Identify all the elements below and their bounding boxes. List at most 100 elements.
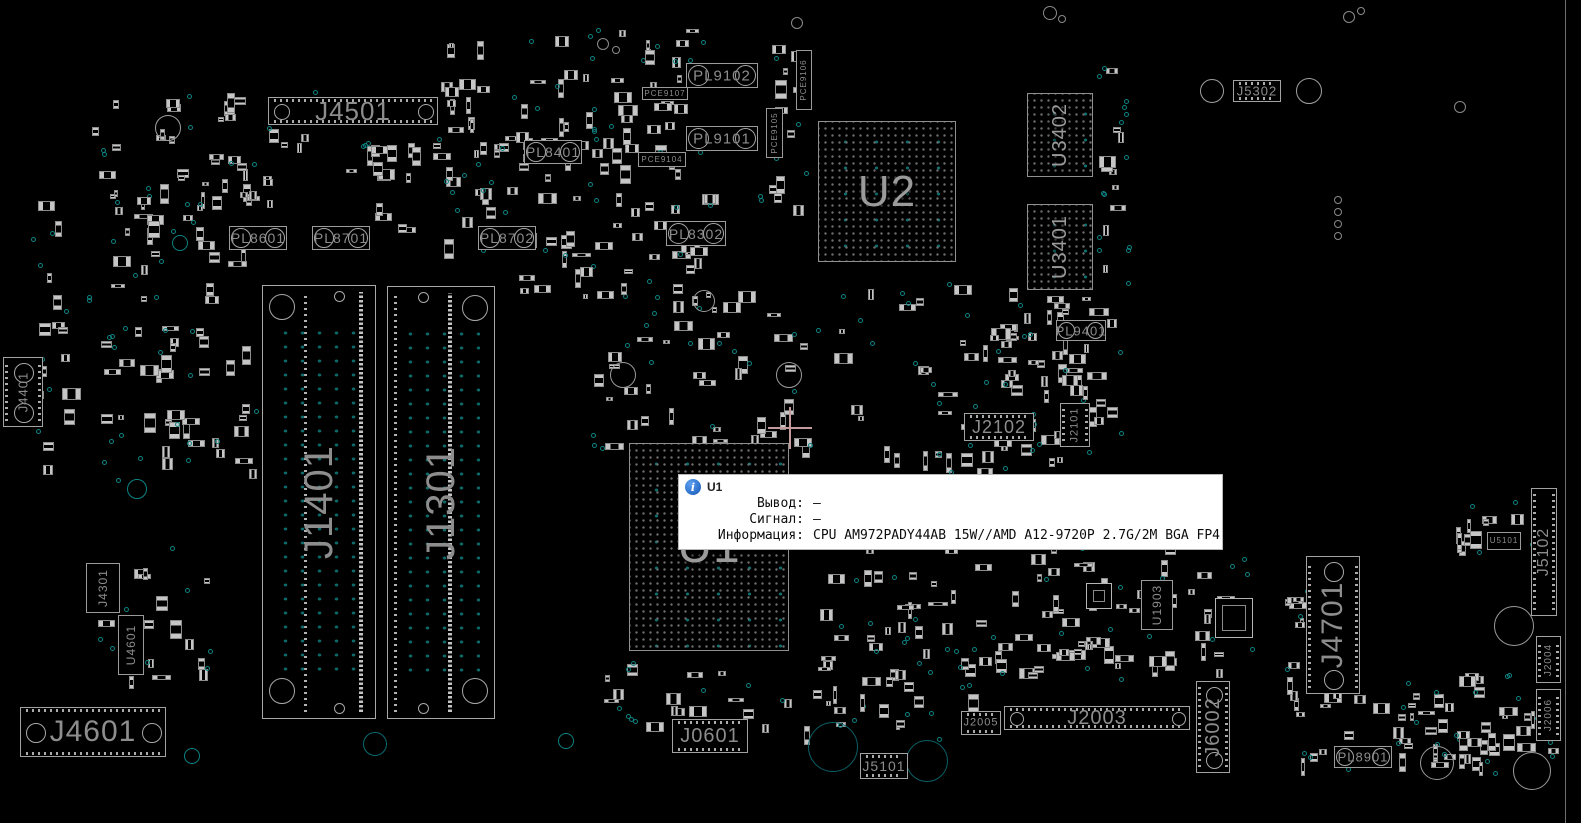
component-footprint	[775, 80, 787, 99]
component-footprint	[1354, 695, 1366, 704]
component-pce9107[interactable]: PCE9107	[642, 87, 688, 100]
component-footprint	[982, 451, 994, 463]
component-j4501[interactable]: J4501	[268, 97, 438, 125]
component-j0601[interactable]: J0601	[672, 719, 748, 753]
component-footprint	[851, 405, 863, 415]
via	[906, 301, 911, 306]
component-j2005[interactable]: J2005	[961, 711, 1001, 735]
component-footprint	[616, 193, 622, 207]
component-footprint	[738, 291, 756, 303]
component-j1301[interactable]: J1301	[387, 286, 495, 719]
via	[874, 649, 879, 654]
mounting-hole	[1334, 220, 1342, 228]
component-u4601[interactable]: U4601	[118, 615, 144, 675]
component-footprint	[1467, 738, 1482, 747]
via	[1513, 500, 1518, 505]
via	[1119, 120, 1124, 125]
component-footprint	[1070, 385, 1083, 396]
component-footprint	[151, 251, 160, 257]
component-j5102[interactable]: J5102	[1531, 488, 1557, 616]
component-footprint	[387, 145, 397, 162]
via	[649, 360, 654, 365]
component-footprint	[839, 329, 845, 334]
component-footprint	[583, 294, 588, 299]
component-pl8601[interactable]: PL8601	[229, 226, 287, 250]
component-u1903[interactable]: U1903	[1141, 580, 1173, 630]
component-footprint	[1037, 644, 1051, 652]
via	[647, 279, 652, 284]
component-footprint	[1074, 649, 1082, 655]
via	[1018, 303, 1023, 308]
component-footprint	[470, 119, 474, 133]
component-j4701[interactable]: J4701	[1306, 556, 1360, 694]
component-footprint	[301, 134, 309, 142]
component-j5101[interactable]: J5101	[860, 753, 908, 779]
component-pce9106[interactable]: PCE9106	[796, 50, 812, 110]
component-j4301[interactable]: J4301	[86, 563, 120, 613]
via	[1124, 99, 1129, 104]
component-pl9101[interactable]: PL9101	[686, 126, 758, 151]
component-footprint	[693, 372, 706, 379]
component-footprint	[1062, 309, 1069, 315]
component-label: J4701	[1318, 582, 1348, 669]
via	[111, 239, 116, 244]
component-j2101[interactable]: J2101	[1060, 403, 1090, 447]
component-footprint	[267, 200, 273, 208]
via	[913, 617, 918, 622]
via	[1102, 66, 1107, 71]
component-j4401[interactable]: J4401	[3, 357, 43, 427]
component-pl8702[interactable]: PL8702	[478, 226, 536, 250]
component-footprint	[647, 125, 661, 134]
component-footprint	[39, 323, 51, 336]
pin-row	[38, 363, 41, 421]
component-footprint	[1096, 399, 1106, 407]
component-footprint	[833, 686, 837, 704]
component-j2003[interactable]: J2003	[1004, 706, 1190, 730]
component-u3402[interactable]: U3402	[1027, 93, 1093, 177]
component-footprint	[459, 79, 476, 90]
boardview-canvas[interactable]: J4501 PL9102 PL9101 PL8401 PL8601 PL8701 PL870…	[0, 0, 1581, 823]
component-footprint	[226, 360, 235, 376]
component-u3401[interactable]: U3401	[1027, 204, 1093, 290]
via	[1063, 368, 1068, 373]
mounting-hole	[1334, 232, 1342, 240]
component-j1401[interactable]: J1401	[262, 285, 376, 719]
component-footprint	[205, 296, 219, 304]
component-pce9104[interactable]: PCE9104	[638, 152, 686, 167]
component-j2102[interactable]: J2102	[964, 413, 1034, 441]
component-u2[interactable]: U2	[818, 121, 956, 262]
component-footprint	[690, 247, 708, 256]
via	[254, 409, 259, 414]
component-j2004[interactable]: J2004	[1536, 636, 1561, 683]
component-j6002[interactable]: J6002	[1196, 681, 1230, 773]
component-footprint	[674, 321, 693, 331]
via	[1030, 448, 1035, 453]
via	[928, 670, 933, 675]
component-pl8302[interactable]: PL8302	[666, 221, 726, 246]
component-j4601[interactable]: J4601	[20, 707, 166, 757]
component-footprint	[212, 196, 222, 210]
component-footprint	[160, 184, 169, 204]
component-footprint	[1115, 655, 1134, 662]
component-pl8401[interactable]: PL8401	[524, 140, 582, 164]
component-pl9401[interactable]: PL9401	[1056, 320, 1106, 341]
via	[592, 107, 597, 112]
component-pce9105[interactable]: PCE9105	[766, 108, 783, 158]
via	[991, 635, 996, 640]
component-j2006[interactable]: J2006	[1536, 689, 1561, 741]
component-footprint	[376, 203, 383, 216]
component-footprint	[1015, 634, 1033, 641]
component-footprint	[928, 602, 948, 606]
tooltip-row-info: Информация: CPU AM972PADY44AB 15W//AMD A…	[685, 528, 1216, 544]
component-footprint	[619, 30, 626, 37]
via	[892, 575, 897, 580]
component-pl9102[interactable]: PL9102	[686, 63, 758, 88]
component-footprint	[834, 635, 849, 641]
component-footprint	[449, 43, 454, 48]
component-footprint	[242, 404, 250, 414]
via	[804, 171, 809, 176]
component-pl8901[interactable]: PL8901	[1334, 746, 1392, 768]
component-j5302[interactable]: J5302	[1233, 80, 1281, 102]
component-pl8701[interactable]: PL8701	[312, 226, 370, 250]
component-u5101[interactable]: U5101	[1487, 532, 1521, 550]
